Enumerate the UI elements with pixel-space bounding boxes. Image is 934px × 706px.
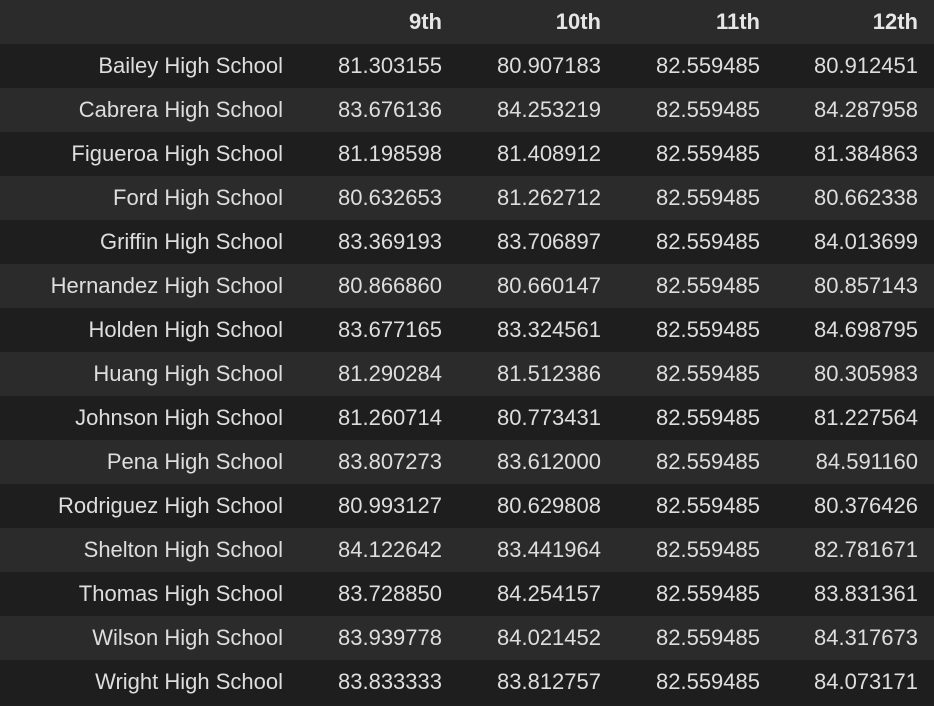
row-index-label: Ford High School [113, 185, 283, 210]
row-index-label: Holden High School [88, 317, 283, 342]
row-index-label: Wilson High School [92, 625, 283, 650]
column-header-10th: 10th [555, 9, 601, 34]
table-cell: 80.305983 [814, 361, 918, 386]
row-index-label: Cabrera High School [78, 97, 283, 122]
table-cell: 81.227564 [814, 405, 918, 430]
table-cell: 80.907183 [497, 53, 601, 78]
row-index-label: Figueroa High School [71, 141, 283, 166]
table-row: Wilson High School 83.939778 84.021452 82.5… [0, 616, 934, 660]
table-row: Thomas High School 83.728850 84.254157 82.5… [0, 572, 934, 616]
row-index-label: Johnson High School [75, 405, 283, 430]
table-cell: 80.993127 [338, 493, 442, 518]
table-cell: 83.324561 [497, 317, 601, 342]
table-cell: 81.198598 [338, 141, 442, 166]
row-index-label: Thomas High School [78, 581, 283, 606]
table-cell: 83.728850 [338, 581, 442, 606]
table-cell: 81.260714 [338, 405, 442, 430]
table-row: Shelton High School 84.122642 83.441964 82.… [0, 528, 934, 572]
table-cell: 84.591160 [815, 449, 918, 474]
table-cell: 84.698795 [814, 317, 918, 342]
table-cell: 82.559485 [656, 185, 760, 210]
header-row: 9th 10th 11th 12th [0, 0, 934, 44]
table-body: Bailey High School 81.303155 80.907183 82.5… [0, 44, 934, 704]
table-cell: 81.262712 [497, 185, 601, 210]
table-cell: 80.629808 [497, 493, 601, 518]
table-cell: 83.831361 [814, 581, 918, 606]
table-cell: 82.559485 [656, 141, 760, 166]
table-row: Wright High School 83.833333 83.812757 82.5… [0, 660, 934, 704]
table-cell: 84.317673 [814, 625, 918, 650]
table-cell: 81.384863 [814, 141, 918, 166]
table-row: Figueroa High School 81.198598 81.408912 82… [0, 132, 934, 176]
table-cell: 80.662338 [814, 185, 918, 210]
table-cell: 82.559485 [656, 537, 760, 562]
column-header-11th: 11th [715, 9, 760, 34]
table-cell: 82.559485 [656, 97, 760, 122]
column-header-12th: 12th [872, 9, 918, 34]
table-cell: 82.559485 [656, 669, 760, 694]
table-cell: 83.676136 [338, 97, 442, 122]
table-cell: 83.807273 [338, 449, 442, 474]
table-cell: 83.833333 [338, 669, 442, 694]
table-cell: 83.939778 [338, 625, 442, 650]
table-cell: 83.706897 [497, 229, 601, 254]
dataframe-table: 9th 10th 11th 12th Bailey High School 81.… [0, 0, 934, 704]
table-cell: 80.773431 [497, 405, 601, 430]
table-cell: 81.408912 [497, 141, 601, 166]
row-index-label: Rodriguez High School [57, 493, 283, 518]
table-cell: 81.290284 [338, 361, 442, 386]
table-cell: 84.287958 [814, 97, 918, 122]
table-cell: 83.612000 [497, 449, 601, 474]
table-cell: 82.559485 [656, 449, 760, 474]
table-cell: 83.812757 [497, 669, 601, 694]
table-cell: 82.559485 [656, 317, 760, 342]
table-cell: 82.559485 [656, 493, 760, 518]
table-cell: 84.073171 [814, 669, 918, 694]
table-cell: 82.559485 [656, 625, 760, 650]
table-cell: 80.866860 [338, 273, 442, 298]
row-index-label: Bailey High School [98, 53, 283, 78]
row-index-label: Wright High School [95, 669, 283, 694]
row-index-label: Huang High School [93, 361, 283, 386]
table-row: Pena High School 83.807273 83.612000 82.559… [0, 440, 934, 484]
table-cell: 82.559485 [656, 405, 760, 430]
table-row: Rodriguez High School 80.993127 80.629808 8… [0, 484, 934, 528]
index-header [0, 0, 299, 44]
table-row: Huang High School 81.290284 81.512386 82.55… [0, 352, 934, 396]
table-cell: 84.254157 [497, 581, 601, 606]
table-cell: 83.677165 [338, 317, 442, 342]
table-cell: 82.559485 [656, 53, 760, 78]
row-index-label: Griffin High School [99, 229, 283, 254]
table-cell: 82.559485 [656, 361, 760, 386]
table-cell: 81.512386 [497, 361, 601, 386]
table-cell: 82.559485 [656, 229, 760, 254]
table-cell: 80.912451 [814, 53, 918, 78]
table-cell: 84.253219 [497, 97, 601, 122]
table-cell: 80.660147 [497, 273, 601, 298]
table-cell: 80.376426 [814, 493, 918, 518]
table-row: Griffin High School 83.369193 83.706897 82.… [0, 220, 934, 264]
table-row: Bailey High School 81.303155 80.907183 82.5… [0, 44, 934, 88]
table-row: Holden High School 83.677165 83.324561 82.5… [0, 308, 934, 352]
table-cell: 82.559485 [656, 581, 760, 606]
table-row: Hernandez High School 80.866860 80.660147 8… [0, 264, 934, 308]
table-cell: 83.441964 [497, 537, 601, 562]
row-index-label: Pena High School [106, 449, 283, 474]
table-cell: 84.122642 [338, 537, 442, 562]
table-row: Cabrera High School 83.676136 84.253219 82.… [0, 88, 934, 132]
table-cell: 80.857143 [814, 273, 918, 298]
table-row: Johnson High School 81.260714 80.773431 82.… [0, 396, 934, 440]
table-cell: 84.013699 [814, 229, 918, 254]
column-header-9th: 9th [409, 9, 442, 34]
row-index-label: Hernandez High School [50, 273, 283, 298]
table-cell: 82.781671 [814, 537, 918, 562]
table-cell: 80.632653 [338, 185, 442, 210]
table-cell: 82.559485 [656, 273, 760, 298]
table-cell: 81.303155 [338, 53, 442, 78]
row-index-label: Shelton High School [83, 537, 283, 562]
table-cell: 84.021452 [497, 625, 601, 650]
table-row: Ford High School 80.632653 81.262712 82.559… [0, 176, 934, 220]
table-cell: 83.369193 [338, 229, 442, 254]
